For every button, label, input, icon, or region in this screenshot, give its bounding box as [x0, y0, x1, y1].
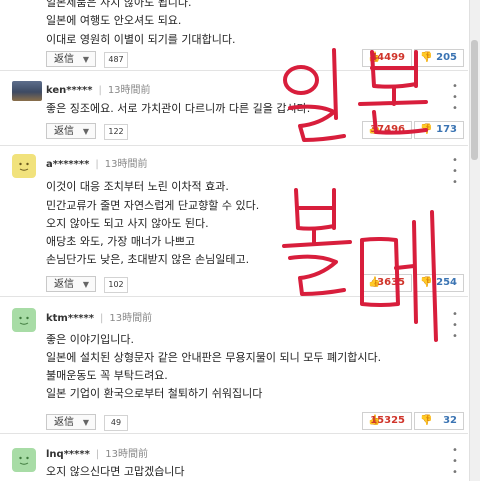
- like-button[interactable]: 👍 3635: [362, 274, 412, 292]
- reply-button[interactable]: 返信 ▼: [46, 414, 96, 430]
- meta-separator: |: [100, 313, 104, 324]
- comment-text-line: 애당초 와도, 가장 매너가 나쁘고: [46, 235, 196, 248]
- comment-text-line: 좋은 징조에요. 서로 가치관이 다르니까 다른 길을 갑시다.: [46, 102, 311, 115]
- thumbs-down-icon: 👎: [420, 52, 433, 63]
- comment-text-line: 이것이 대응 조치부터 노린 이차적 효과.: [46, 180, 229, 193]
- scrollbar-thumb[interactable]: [471, 40, 478, 160]
- avatar[interactable]: [12, 448, 36, 472]
- comment-text-line: 손님단가도 낮은, 초대받지 않은 손님일테고.: [46, 253, 250, 266]
- avatar[interactable]: [12, 154, 36, 178]
- reply-count-badge: 487: [104, 52, 128, 68]
- like-count: 3635: [377, 277, 405, 288]
- comment-text-line: 불매운동도 꼭 부탁드려요.: [46, 369, 168, 382]
- chevron-down-icon: ▼: [82, 127, 89, 136]
- comment-text-line: 이대로 영원히 이별이 되기를 기대합니다.: [46, 33, 236, 46]
- dislike-count: 254: [436, 277, 457, 288]
- comment-text-line: 좋은 이야기입니다.: [46, 333, 134, 346]
- comment-text-line: 일본에 여행도 안오셔도 되요.: [46, 14, 182, 27]
- comment-text-line: 오지 않으신다면 고맙겠습니다: [46, 465, 185, 478]
- thumbs-down-icon: 👎: [420, 415, 433, 426]
- reply-button[interactable]: 返信 ▼: [46, 51, 96, 67]
- like-count: 37496: [370, 124, 405, 135]
- reply-count-badge: 102: [104, 277, 128, 293]
- dislike-count: 173: [436, 124, 457, 135]
- reply-count-badge: 122: [104, 124, 128, 140]
- comment-item: ken***** | 13時間前 • • • 좋은 징조에요. 서로 가치관이 다르…: [0, 71, 468, 146]
- meta-separator: |: [95, 159, 99, 170]
- username[interactable]: lnq*****: [46, 449, 90, 460]
- chevron-down-icon: ▼: [82, 55, 89, 64]
- timestamp: 13時間前: [105, 449, 148, 460]
- comment-meta: lnq***** | 13時間前: [46, 445, 148, 460]
- comment-text-line: 오지 않아도 되고 사지 않아도 된다.: [46, 217, 209, 230]
- comment-text-line: 일본제품은 사지 않아도 됩니다.: [46, 0, 192, 9]
- comment-item: 일본제품은 사지 않아도 됩니다. 일본에 여행도 안오셔도 되요. 이대로 영…: [0, 0, 468, 71]
- comment-item: lnq***** | 13時間前 • • • 오지 않으신다면 고맙겠습니다: [0, 434, 468, 481]
- reply-label: 返信: [54, 279, 74, 290]
- meta-separator: |: [98, 85, 102, 96]
- like-button[interactable]: 👍 37496: [362, 121, 412, 139]
- comment-meta: ken***** | 13時間前: [46, 81, 151, 96]
- more-dots-icon[interactable]: • • •: [452, 155, 468, 188]
- chevron-down-icon: ▼: [82, 418, 89, 427]
- reply-label: 返信: [54, 126, 74, 137]
- reply-button[interactable]: 返信 ▼: [46, 123, 96, 139]
- comment-text-line: 민간교류가 줄면 자연스럽게 단교향할 수 있다.: [46, 199, 260, 212]
- timestamp: 13時間前: [107, 85, 151, 96]
- comment-text-line: 일본 기업이 환국으로부터 철퇴하기 쉬워집니다: [46, 387, 263, 400]
- like-button[interactable]: 👍 15325: [362, 412, 412, 430]
- username[interactable]: a*******: [46, 159, 89, 170]
- reply-label: 返信: [54, 417, 74, 428]
- avatar[interactable]: [12, 308, 36, 332]
- dislike-button[interactable]: 👎 32: [414, 412, 464, 430]
- thumbs-down-icon: 👎: [420, 124, 433, 135]
- username[interactable]: ktm*****: [46, 313, 94, 324]
- comment-text-line: 일본에 설치된 상형문자 같은 안내판은 무용지물이 되니 모두 폐기합시다.: [46, 351, 382, 364]
- comment-item: a******* | 13時間前 • • • 이것이 대응 조치부터 노린 이차적 …: [0, 146, 468, 297]
- meta-separator: |: [95, 449, 100, 460]
- like-button[interactable]: 👍 44499: [362, 49, 412, 67]
- avatar-face-icon: [19, 162, 29, 171]
- chevron-down-icon: ▼: [82, 280, 89, 289]
- comment-meta: a******* | 13時間前: [46, 155, 147, 170]
- dislike-button[interactable]: 👎 254: [414, 274, 464, 292]
- reply-count-badge: 49: [104, 415, 128, 431]
- dislike-count: 205: [436, 52, 457, 63]
- more-dots-icon[interactable]: • • •: [452, 81, 468, 114]
- comment-item: ktm***** | 13時間前 • • • 좋은 이야기입니다. 일본에 설치된 …: [0, 297, 468, 434]
- timestamp: 13時間前: [104, 159, 148, 170]
- reply-button[interactable]: 返信 ▼: [46, 276, 96, 292]
- dislike-count: 32: [443, 415, 457, 426]
- comment-list: 일본제품은 사지 않아도 됩니다. 일본에 여행도 안오셔도 되요. 이대로 영…: [0, 0, 480, 481]
- like-count: 44499: [370, 52, 405, 63]
- avatar-face-icon: [19, 456, 29, 465]
- like-count: 15325: [370, 415, 405, 426]
- more-dots-icon[interactable]: • • •: [452, 445, 468, 478]
- more-dots-icon[interactable]: • • •: [452, 309, 468, 342]
- dislike-button[interactable]: 👎 173: [414, 121, 464, 139]
- thumbs-down-icon: 👎: [420, 277, 433, 288]
- avatar[interactable]: [12, 81, 42, 101]
- avatar-face-icon: [19, 316, 29, 325]
- reply-label: 返信: [54, 54, 74, 65]
- username[interactable]: ken*****: [46, 85, 92, 96]
- dislike-button[interactable]: 👎 205: [414, 49, 464, 67]
- comment-meta: ktm***** | 13時間前: [46, 309, 152, 324]
- timestamp: 13時間前: [109, 313, 153, 324]
